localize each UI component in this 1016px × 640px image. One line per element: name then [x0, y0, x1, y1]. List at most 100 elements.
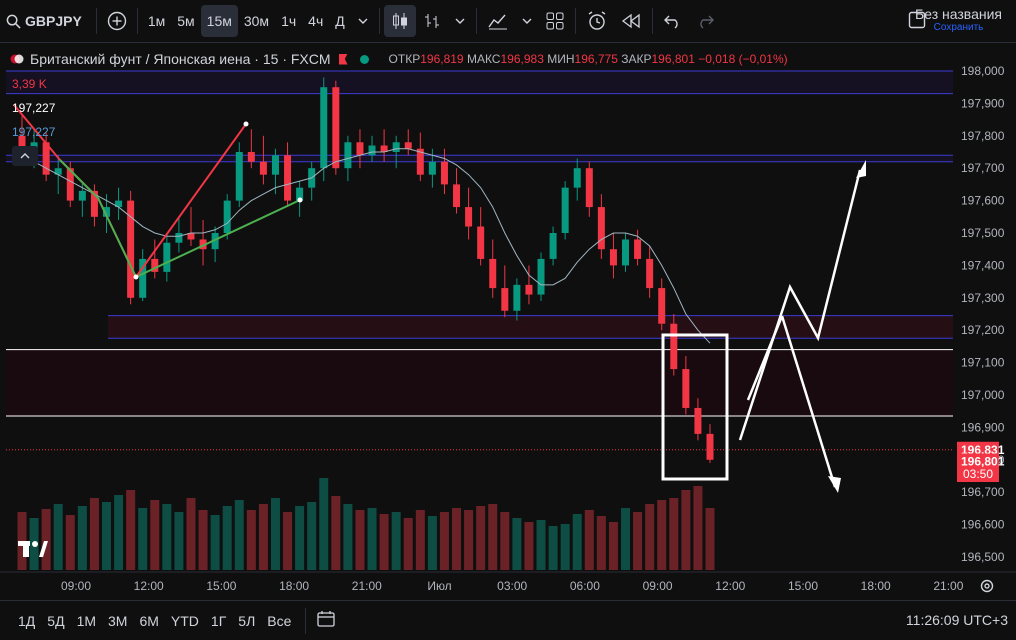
candle-body-41 — [513, 284, 521, 311]
volume-bar-20 — [258, 504, 268, 570]
change-value: −0,018 (−0,01%) — [698, 52, 788, 66]
candle-body-56 — [694, 407, 702, 434]
volume-bar-34 — [427, 516, 437, 570]
volume-bar-4 — [65, 515, 75, 570]
time-tick-11: 18:00 — [861, 579, 891, 593]
range-6m[interactable]: 6М — [133, 613, 164, 629]
range-ytd[interactable]: YTD — [165, 613, 205, 629]
collapse-legend-button[interactable] — [12, 146, 38, 166]
range-all[interactable]: Все — [261, 613, 297, 629]
candle-body-26 — [332, 87, 340, 169]
volume-bar-45 — [560, 524, 570, 570]
chevron-down-icon — [358, 18, 368, 24]
volume-bar-6 — [89, 498, 99, 570]
undo-button[interactable] — [657, 5, 689, 37]
market-status-icon[interactable] — [359, 54, 369, 64]
candle-body-47 — [585, 168, 593, 208]
price-tick-7: 197,300 — [961, 291, 1005, 305]
layouts-button[interactable] — [539, 5, 571, 37]
symbol-search-button[interactable]: GBPJPY — [0, 5, 88, 37]
axis-settings-button[interactable] — [979, 578, 995, 597]
candle-body-45 — [561, 187, 569, 233]
time-tick-1: 12:00 — [134, 579, 164, 593]
candle-body-21 — [271, 155, 279, 175]
volume-bar-21 — [270, 498, 280, 570]
range-1d[interactable]: 1Д — [12, 613, 41, 629]
time-tick-5: Июл — [427, 579, 451, 593]
indicators-button[interactable] — [481, 5, 515, 37]
alert-button[interactable] — [580, 5, 614, 37]
range-1m[interactable]: 1М — [71, 613, 102, 629]
interval-1d[interactable]: Д — [329, 5, 350, 37]
volume-bar-24 — [307, 502, 317, 570]
save-link[interactable]: Сохранить — [915, 22, 1002, 33]
open-value: 196,819 — [420, 52, 464, 66]
price-tick-10: 197,000 — [961, 388, 1005, 402]
flag-icon[interactable] — [338, 53, 348, 65]
low-label: МИН — [547, 52, 575, 66]
volume-bar-16 — [210, 515, 220, 570]
interval-5m[interactable]: 5м — [171, 5, 200, 37]
candle-body-18 — [235, 152, 243, 201]
candle-body-55 — [682, 369, 690, 408]
interval-1m[interactable]: 1м — [142, 5, 171, 37]
redo-button[interactable] — [689, 5, 721, 37]
volume-bar-5 — [77, 506, 87, 570]
layout-title[interactable]: Без названия Сохранить — [915, 6, 1002, 33]
time-tick-9: 12:00 — [715, 579, 745, 593]
open-label: ОТКР — [388, 52, 421, 66]
time-tick-0: 09:00 — [61, 579, 91, 593]
low-value: 196,775 — [574, 52, 618, 66]
chevron-up-icon — [20, 153, 30, 159]
bar-style-button[interactable] — [416, 5, 448, 37]
logo-icon — [10, 54, 24, 64]
candle-body-20 — [259, 161, 267, 175]
volume-bar-48 — [596, 516, 606, 570]
candle-body-48 — [597, 207, 605, 250]
compare-add-button[interactable] — [101, 5, 133, 37]
price-tick-13: 196,700 — [961, 485, 1005, 499]
zone-upper — [6, 155, 953, 162]
volume-bar-46 — [572, 514, 582, 570]
interval-15m[interactable]: 15м — [200, 5, 238, 37]
candle-body-57 — [706, 433, 714, 460]
candle-body-28 — [356, 142, 364, 156]
clock-timezone[interactable]: 11:26:09 UTC+3 — [906, 612, 1008, 628]
close-label: ЗАКР — [621, 52, 652, 66]
interval-30m[interactable]: 30м — [238, 5, 275, 37]
goto-date-button[interactable] — [310, 610, 342, 631]
time-tick-6: 03:00 — [497, 579, 527, 593]
range-5y[interactable]: 5Л — [232, 613, 261, 629]
price-tick-3: 197,700 — [961, 161, 1005, 175]
price-chart[interactable]: 198,000 197,900 197,800 197,700 197,600 197,5… — [0, 43, 1016, 598]
volume-bar-9 — [126, 490, 136, 570]
time-tick-2: 15:00 — [206, 579, 236, 593]
time-tick-8: 09:00 — [643, 579, 673, 593]
volume-bar-27 — [343, 504, 353, 570]
zone-lower — [108, 315, 953, 339]
volume-bar-11 — [150, 500, 160, 570]
grid-icon — [546, 12, 564, 30]
close-value: 196,801 — [651, 52, 695, 66]
indicator-value-blue: 197,227 — [12, 125, 56, 139]
top-toolbar: GBPJPY 1м 5м 15м 30м 1ч 4ч Д Без названи… — [0, 0, 1016, 43]
candle-body-5 — [78, 190, 86, 201]
range-1y[interactable]: 1Г — [205, 613, 232, 629]
volume-bar-33 — [415, 510, 425, 570]
chart-style-dropdown-button[interactable] — [448, 5, 472, 37]
price-axis — [954, 43, 1016, 598]
interval-dropdown-button[interactable] — [351, 5, 375, 37]
chevron-down-icon — [455, 18, 465, 24]
volume-bar-55 — [681, 490, 691, 570]
interval-1h[interactable]: 1ч — [275, 5, 302, 37]
range-5d[interactable]: 5Д — [41, 613, 70, 629]
interval-4h[interactable]: 4ч — [302, 5, 329, 37]
replay-button[interactable] — [614, 5, 648, 37]
instrument-name[interactable]: Британский фунт / Японская иена · 15 · F… — [30, 51, 331, 67]
candles-style-button[interactable] — [383, 5, 416, 37]
volume-bar-23 — [295, 506, 305, 570]
indicators-dropdown-button[interactable] — [515, 5, 539, 37]
candle-body-51 — [634, 239, 642, 259]
range-3m[interactable]: 3М — [102, 613, 133, 629]
tradingview-logo — [18, 541, 48, 560]
